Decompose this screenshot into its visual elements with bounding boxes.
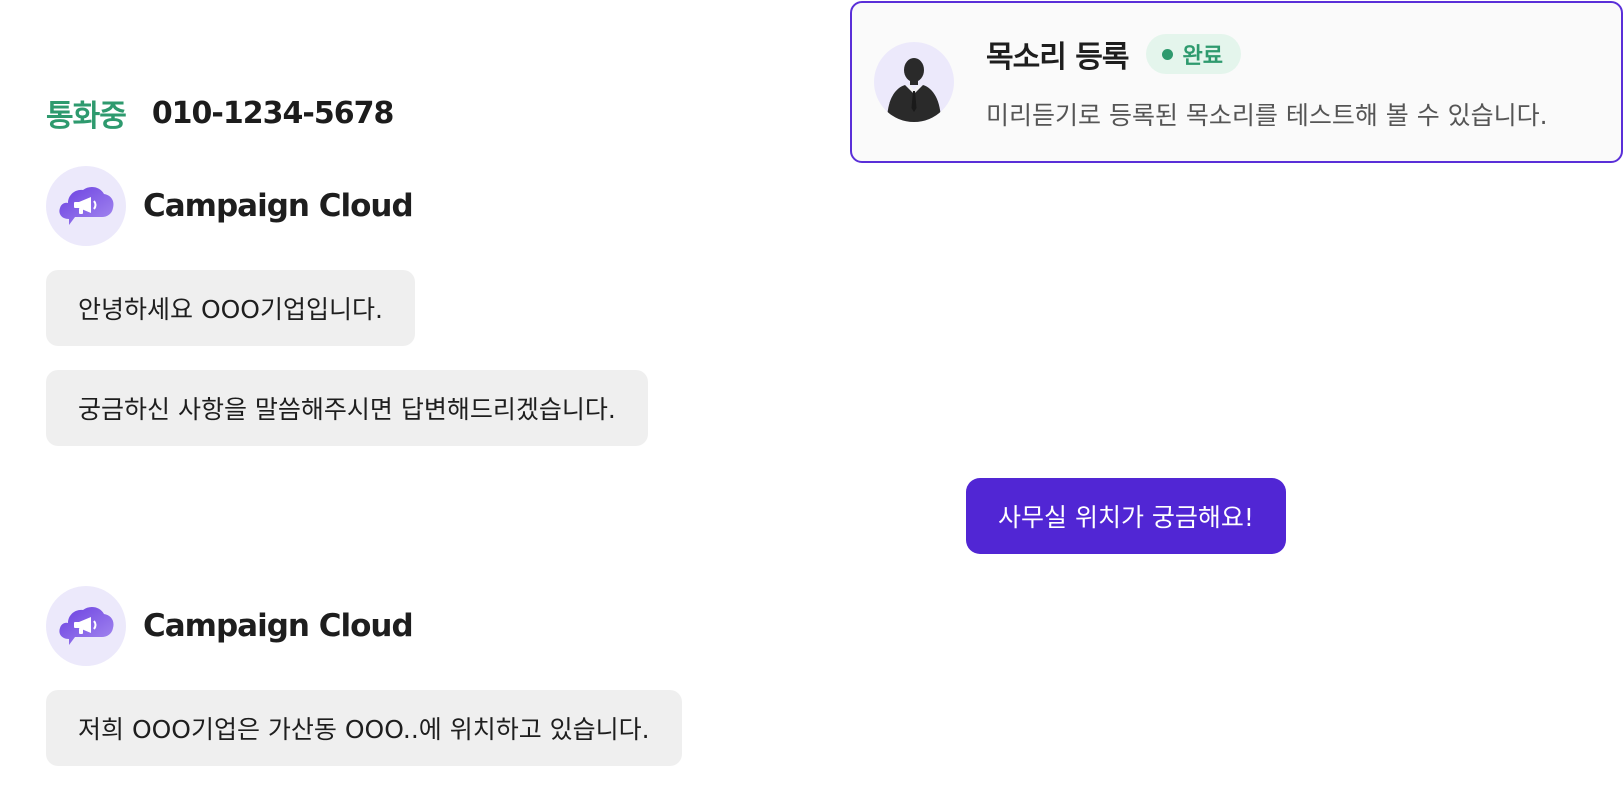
voice-avatar — [874, 42, 954, 122]
megaphone-cloud-icon — [59, 606, 114, 645]
message-text: 저희 OOO기업은 가산동 OOO..에 위치하고 있습니다. — [78, 715, 650, 744]
voice-registration-card[interactable]: 목소리 등록 완료 미리듣기로 등록된 목소리를 테스트해 볼 수 있습니다. — [850, 1, 1623, 163]
outgoing-message-bubble: 사무실 위치가 궁금해요! — [966, 478, 1286, 554]
sender-name: Campaign Cloud — [143, 188, 414, 224]
voice-card-body: 목소리 등록 완료 미리듣기로 등록된 목소리를 테스트해 볼 수 있습니다. — [986, 32, 1548, 132]
megaphone-cloud-icon — [59, 186, 114, 225]
sender-row: Campaign Cloud — [46, 166, 414, 246]
message-text: 사무실 위치가 궁금해요! — [998, 503, 1254, 532]
incoming-message-bubble: 저희 OOO기업은 가산동 OOO..에 위치하고 있습니다. — [46, 690, 682, 766]
chat-screen: 통화중 010-1234-5678 목소리 등록 완료 미리듣기로 등록된 목소… — [0, 0, 1624, 812]
sender-row: Campaign Cloud — [46, 586, 414, 666]
voice-card-title: 목소리 등록 — [986, 40, 1129, 75]
status-badge: 완료 — [1146, 34, 1241, 74]
call-header: 통화중 010-1234-5678 — [46, 88, 395, 138]
status-badge-label: 완료 — [1182, 44, 1223, 69]
voice-card-description: 미리듣기로 등록된 목소리를 테스트해 볼 수 있습니다. — [986, 101, 1548, 130]
status-dot-icon — [1162, 48, 1174, 60]
sender-avatar — [46, 166, 126, 246]
businessman-silhouette-icon — [887, 58, 941, 122]
voice-title-row: 목소리 등록 완료 — [986, 32, 1548, 76]
incoming-message-bubble: 안녕하세요 OOO기업입니다. — [46, 270, 415, 346]
message-text: 안녕하세요 OOO기업입니다. — [78, 295, 383, 324]
call-status: 통화중 — [46, 99, 127, 134]
incoming-message-bubble: 궁금하신 사항을 말씀해주시면 답변해드리겠습니다. — [46, 370, 648, 446]
call-number: 010-1234-5678 — [151, 95, 395, 131]
message-text: 궁금하신 사항을 말씀해주시면 답변해드리겠습니다. — [78, 395, 616, 424]
sender-name: Campaign Cloud — [143, 608, 414, 644]
sender-avatar — [46, 586, 126, 666]
